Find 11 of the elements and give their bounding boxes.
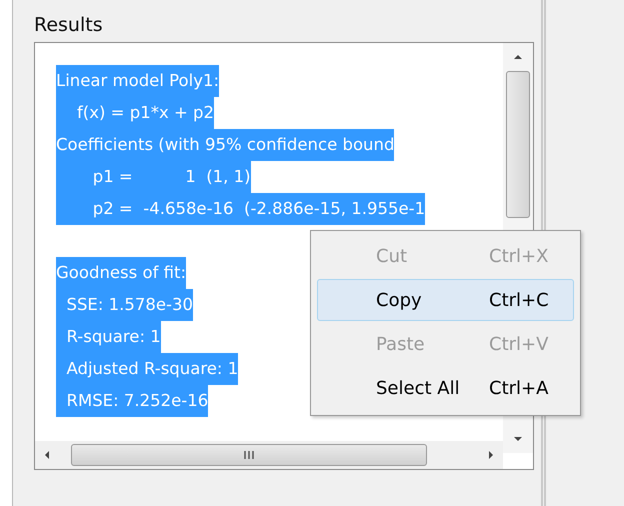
scroll-right-icon[interactable] <box>487 449 495 461</box>
scroll-thumb[interactable] <box>71 444 427 466</box>
menu-item[interactable]: Copy Ctrl+C <box>317 279 574 321</box>
grip-icon <box>243 450 255 460</box>
scroll-down-icon[interactable] <box>512 435 524 443</box>
scroll-up-icon[interactable] <box>512 53 524 61</box>
scroll-thumb[interactable] <box>506 71 530 218</box>
menu-item[interactable]: Select All Ctrl+A <box>317 367 574 409</box>
panel-title: Results <box>34 14 104 38</box>
horizontal-scrollbar[interactable] <box>35 441 503 469</box>
scroll-left-icon[interactable] <box>43 449 51 461</box>
